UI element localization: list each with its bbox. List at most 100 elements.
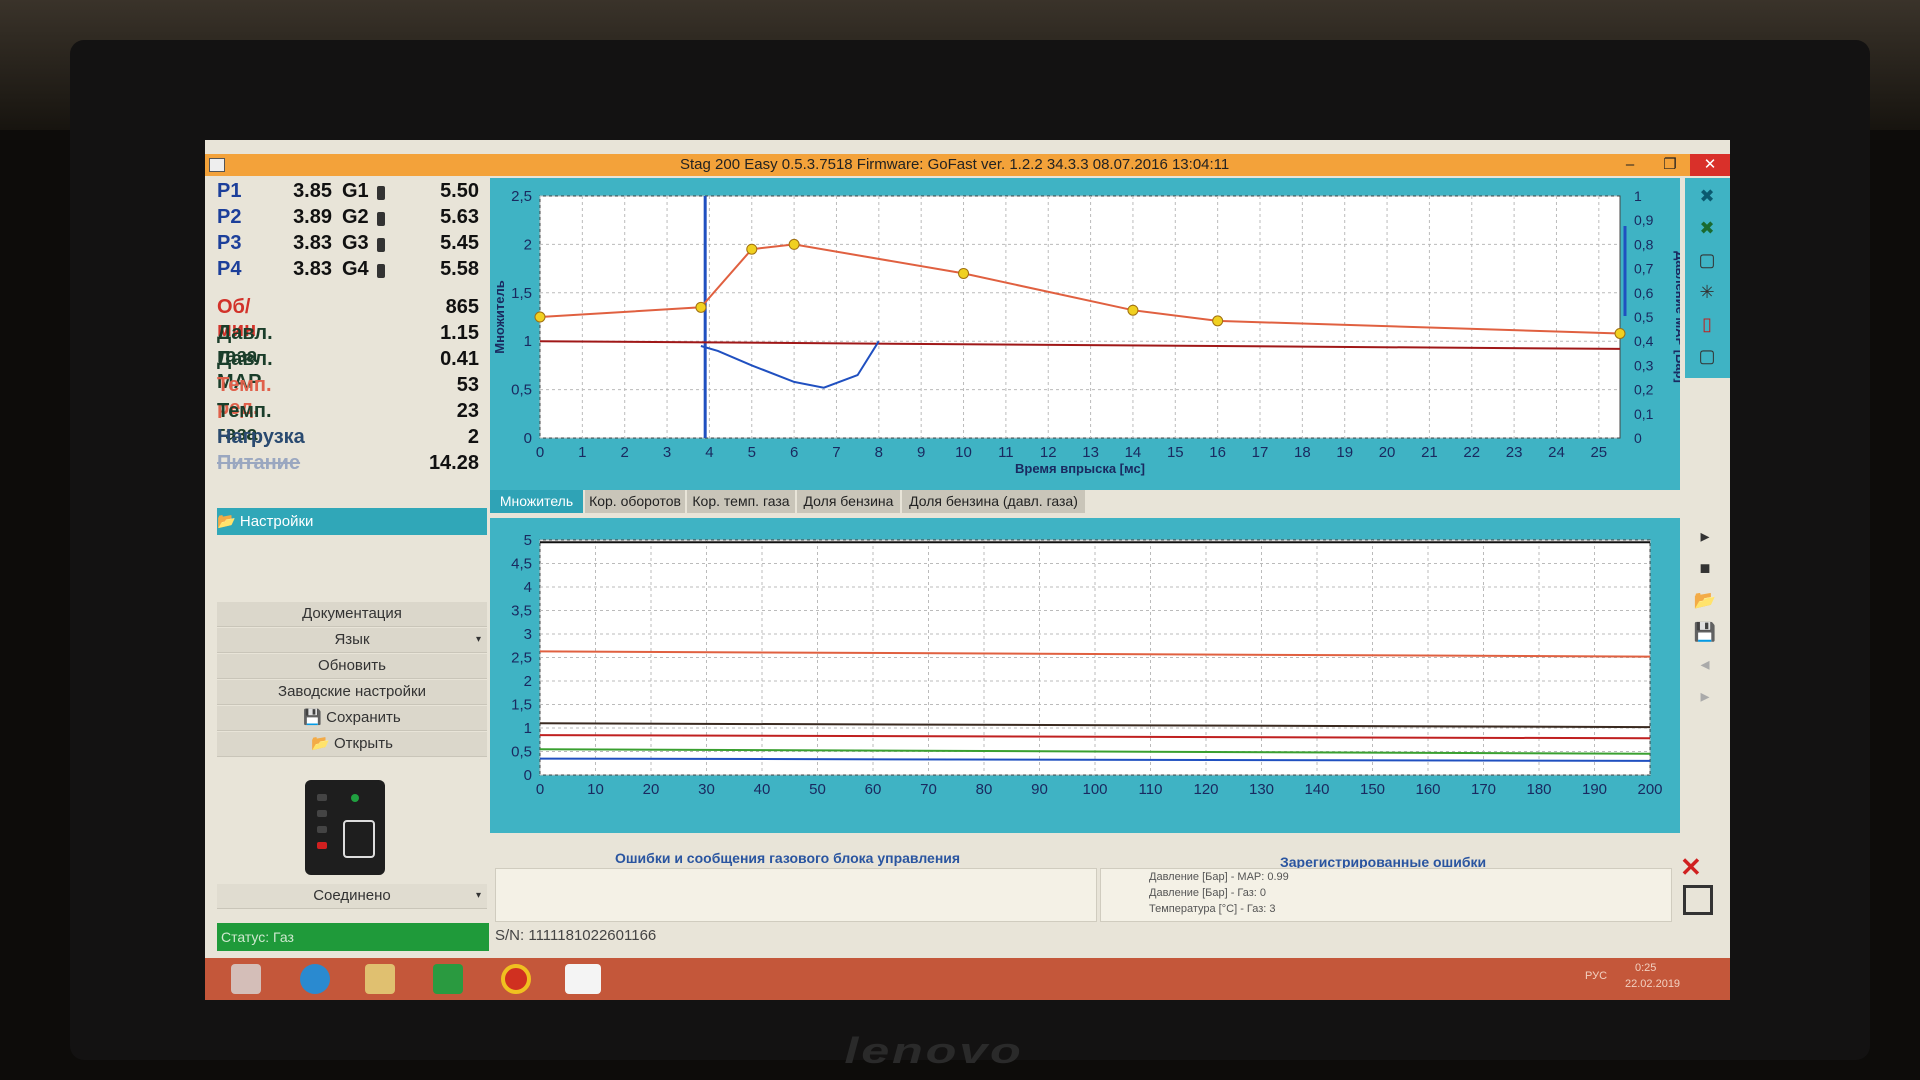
apply-icon[interactable]: ✖ xyxy=(1692,214,1722,242)
x-tick-label: 11 xyxy=(998,444,1014,461)
chart-toolbar: ✖ ✖ ▢ ✳ ▯ ▢ xyxy=(1685,178,1730,378)
maximize-button[interactable]: ❐ xyxy=(1650,154,1690,176)
clear-errors-icon[interactable]: ✕ xyxy=(1680,852,1702,883)
injector-icon xyxy=(377,186,385,200)
back-icon[interactable]: ◂ xyxy=(1690,650,1720,678)
x-tick-label: 6 xyxy=(790,444,798,461)
y2-tick-label: 0 xyxy=(1634,430,1642,446)
window-icon[interactable]: ▢ xyxy=(1692,246,1722,274)
minimize-button[interactable]: – xyxy=(1610,154,1650,176)
connection-dropdown[interactable]: Соединено ▾ xyxy=(217,884,487,909)
record-icon[interactable]: ▯ xyxy=(1692,310,1722,338)
data-point xyxy=(1127,304,1139,316)
led xyxy=(317,842,327,849)
x-tick-label: 40 xyxy=(754,781,771,798)
registered-errors-box: Давление [Бар] - MAP: 0.99 Давление [Бар… xyxy=(1100,868,1672,922)
chrome-icon[interactable] xyxy=(501,964,531,994)
x-tick-label: 100 xyxy=(1082,781,1107,798)
petrol-value: 3.83 xyxy=(293,232,332,254)
start-icon[interactable] xyxy=(231,964,261,994)
settings-header[interactable]: 📂 Настройки xyxy=(217,508,487,535)
stop-icon[interactable]: ■ xyxy=(1690,554,1720,582)
x-tick-label: 10 xyxy=(955,444,972,461)
ie-icon[interactable] xyxy=(300,964,330,994)
petrol-label: P2 xyxy=(217,206,242,228)
store-icon[interactable] xyxy=(433,964,463,994)
x-tick-label: 12 xyxy=(1040,444,1057,461)
x-tick-label: 50 xyxy=(809,781,826,798)
x-tick-label: 1 xyxy=(578,444,586,461)
frame-icon[interactable]: ▢ xyxy=(1692,342,1722,370)
save-icon: 💾 xyxy=(303,709,322,726)
y-tick-label: 0 xyxy=(524,767,532,784)
factory-settings-button[interactable]: Заводские настройки xyxy=(217,680,487,705)
x-tick-label: 150 xyxy=(1360,781,1385,798)
connection-label: Соединено xyxy=(313,887,391,904)
open-file-icon[interactable]: 📂 xyxy=(1690,586,1720,614)
multiplier-chart[interactable]: 0 1 2 3 4 5 6 7 8 9 10 11 12 13 14 15 16 17 18 19 20 21 22 23 24… xyxy=(490,178,1688,490)
x-tick-label: 180 xyxy=(1526,781,1551,798)
data-point xyxy=(788,238,800,250)
x-tick-label: 60 xyxy=(865,781,882,798)
x-tick-label: 5 xyxy=(748,444,756,461)
language-dropdown[interactable]: Язык ▾ xyxy=(217,628,487,653)
y2-tick-label: 0,2 xyxy=(1634,382,1654,398)
injector-icon xyxy=(377,264,385,278)
param-label: Питание xyxy=(217,452,301,474)
lenovo-logo: lenovo xyxy=(844,1030,1024,1071)
adjust-icon[interactable]: ✳ xyxy=(1692,278,1722,306)
close-button[interactable]: ✕ xyxy=(1690,154,1730,176)
tab-gas-temp-correction[interactable]: Кор. темп. газа xyxy=(687,490,795,513)
tab-petrol-share[interactable]: Доля бензина xyxy=(797,490,900,513)
forward-icon[interactable]: ▸ xyxy=(1690,682,1720,710)
led xyxy=(317,794,327,801)
clear-icon[interactable]: ✖ xyxy=(1692,182,1722,210)
x-tick-label: 2 xyxy=(621,444,629,461)
x-tick-label: 17 xyxy=(1252,444,1269,461)
save-button[interactable]: 💾 Сохранить xyxy=(217,706,487,731)
explorer-icon[interactable] xyxy=(365,964,395,994)
x-tick-label: 120 xyxy=(1193,781,1218,798)
play-icon[interactable]: ▸ xyxy=(1690,522,1720,550)
serial-number: S/N: 1111181022601166 xyxy=(495,927,657,944)
petrol-label: P3 xyxy=(217,232,242,254)
stag-app-icon[interactable] xyxy=(565,964,601,994)
x-tick-label: 170 xyxy=(1471,781,1496,798)
gas-controller-image xyxy=(305,780,385,875)
injector-icon xyxy=(377,212,385,226)
status-bar: Статус: Газ xyxy=(217,923,489,951)
y2-axis-label: Давление MAP [Бар] xyxy=(1673,251,1680,383)
x-tick-label: 160 xyxy=(1415,781,1440,798)
tray-time: 0:25 xyxy=(1635,962,1657,974)
x-tick-label: 24 xyxy=(1548,444,1565,461)
tray-language[interactable]: РУС xyxy=(1585,970,1607,982)
x-tick-label: 110 xyxy=(1139,781,1163,798)
x-tick-label: 30 xyxy=(698,781,715,798)
tab-rpm-correction[interactable]: Кор. оборотов xyxy=(585,490,685,513)
x-tick-label: 18 xyxy=(1294,444,1311,461)
x-tick-label: 140 xyxy=(1304,781,1329,798)
y-tick-label: 2,5 xyxy=(511,650,532,667)
update-button[interactable]: Обновить xyxy=(217,654,487,679)
tab-petrol-share-gas-pressure[interactable]: Доля бензина (давл. газа) xyxy=(902,490,1085,513)
oscilloscope-chart[interactable]: 0 10 20 30 40 50 60 70 80 90 100 110 120 130 140 150 160… xyxy=(490,518,1680,833)
gas-pump-icon xyxy=(343,820,375,858)
save-label: Сохранить xyxy=(326,709,401,726)
param-value: 14.28 xyxy=(428,452,479,474)
save-file-icon[interactable]: 💾 xyxy=(1690,618,1720,646)
x-tick-label: 23 xyxy=(1506,444,1523,461)
x-tick-label: 0 xyxy=(536,444,544,461)
error-window-icon[interactable] xyxy=(1683,885,1713,915)
open-button[interactable]: 📂 Открыть xyxy=(217,732,487,757)
messages-box xyxy=(495,868,1097,922)
x-tick-label: 80 xyxy=(976,781,993,798)
led xyxy=(317,810,327,817)
y-tick-label: 4,5 xyxy=(511,556,532,573)
tab-multiplier[interactable]: Множитель xyxy=(490,490,583,513)
param-value: 0.41 xyxy=(440,348,479,370)
x-tick-label: 7 xyxy=(832,444,840,461)
docs-button[interactable]: Документация xyxy=(217,602,487,627)
y2-tick-label: 0,4 xyxy=(1634,333,1654,349)
x-tick-label: 200 xyxy=(1637,781,1662,798)
tray-date: 22.02.2019 xyxy=(1625,978,1681,990)
